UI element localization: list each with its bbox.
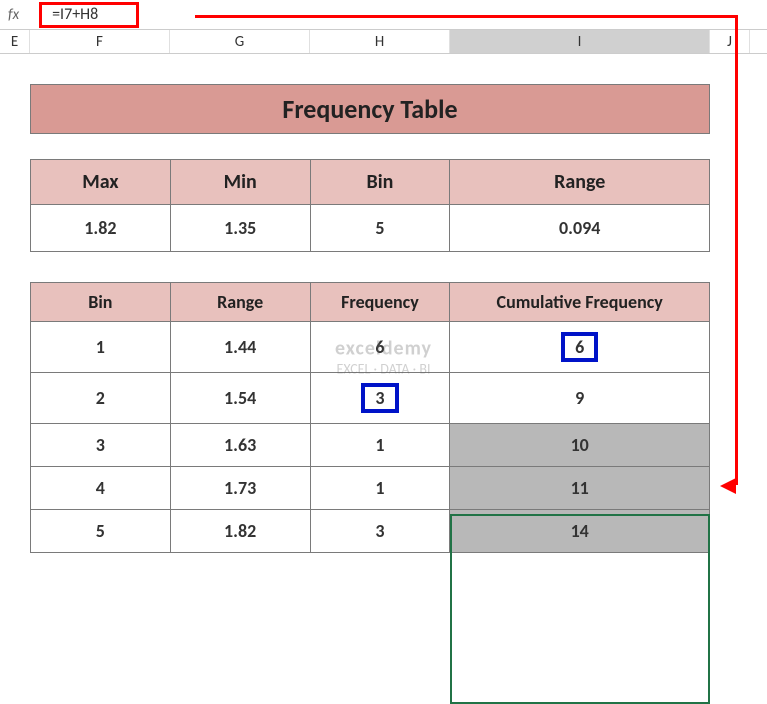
cell-frequency[interactable]: 6 (310, 322, 450, 373)
stats-cell-range[interactable]: 0.094 (450, 205, 710, 252)
stats-header-min[interactable]: Min (170, 160, 310, 205)
formula-text: =I7+H8 (52, 5, 98, 24)
col-header-j[interactable]: J (710, 30, 750, 53)
worksheet[interactable]: Frequency Table Max Min Bin Range 1.82 1… (0, 84, 767, 553)
highlighted-cell: 3 (361, 383, 398, 413)
cell-frequency[interactable]: 1 (310, 424, 450, 467)
table-row: 1 1.44 6 6 (31, 322, 710, 373)
formula-input[interactable]: =I7+H8 (39, 2, 139, 28)
cell-cumulative[interactable]: 9 (450, 373, 710, 424)
cell-bin[interactable]: 5 (31, 510, 171, 553)
col-header-f[interactable]: F (30, 30, 170, 53)
table-row: Bin Range Frequency Cumulative Frequency (31, 283, 710, 322)
cell-frequency[interactable]: 3 (310, 373, 450, 424)
cell-frequency[interactable]: 3 (310, 510, 450, 553)
cell-cumulative[interactable]: 6 (450, 322, 710, 373)
col-header-h[interactable]: H (310, 30, 450, 53)
cell-bin[interactable]: 2 (31, 373, 171, 424)
stats-cell-max[interactable]: 1.82 (31, 205, 171, 252)
cell-cumulative[interactable]: 11 (450, 467, 710, 510)
cell-range[interactable]: 1.63 (170, 424, 310, 467)
table-row: 5 1.82 3 14 (31, 510, 710, 553)
cell-bin[interactable]: 1 (31, 322, 171, 373)
stats-table: Max Min Bin Range 1.82 1.35 5 0.094 (30, 159, 710, 252)
cell-range[interactable]: 1.73 (170, 467, 310, 510)
col-header-e[interactable]: E (0, 30, 30, 53)
table-row: 2 1.54 3 9 (31, 373, 710, 424)
frequency-table: Bin Range Frequency Cumulative Frequency… (30, 282, 710, 553)
table-row: Max Min Bin Range (31, 160, 710, 205)
stats-header-range[interactable]: Range (450, 160, 710, 205)
freq-header-range[interactable]: Range (170, 283, 310, 322)
freq-header-cumulative[interactable]: Cumulative Frequency (450, 283, 710, 322)
col-header-i[interactable]: I (450, 30, 710, 53)
table-row: 3 1.63 1 10 (31, 424, 710, 467)
highlighted-cell: 6 (561, 332, 598, 362)
table-row: 1.82 1.35 5 0.094 (31, 205, 710, 252)
stats-cell-bin[interactable]: 5 (310, 205, 450, 252)
annotation-arrow-head-icon (720, 478, 736, 494)
cell-cumulative[interactable]: 10 (450, 424, 710, 467)
col-header-g[interactable]: G (170, 30, 310, 53)
annotation-arrow (195, 15, 735, 18)
cell-range[interactable]: 1.44 (170, 322, 310, 373)
cell-cumulative[interactable]: 14 (450, 510, 710, 553)
table-row: 4 1.73 1 11 (31, 467, 710, 510)
cell-range[interactable]: 1.82 (170, 510, 310, 553)
cell-range[interactable]: 1.54 (170, 373, 310, 424)
stats-header-max[interactable]: Max (31, 160, 171, 205)
freq-header-frequency[interactable]: Frequency (310, 283, 450, 322)
cell-bin[interactable]: 3 (31, 424, 171, 467)
cell-bin[interactable]: 4 (31, 467, 171, 510)
stats-cell-min[interactable]: 1.35 (170, 205, 310, 252)
page-title: Frequency Table (30, 84, 710, 134)
fx-icon[interactable]: fx (8, 6, 19, 24)
annotation-arrow (735, 15, 738, 485)
freq-header-bin[interactable]: Bin (31, 283, 171, 322)
cell-frequency[interactable]: 1 (310, 467, 450, 510)
stats-header-bin[interactable]: Bin (310, 160, 450, 205)
column-headers: E F G H I J (0, 30, 767, 54)
